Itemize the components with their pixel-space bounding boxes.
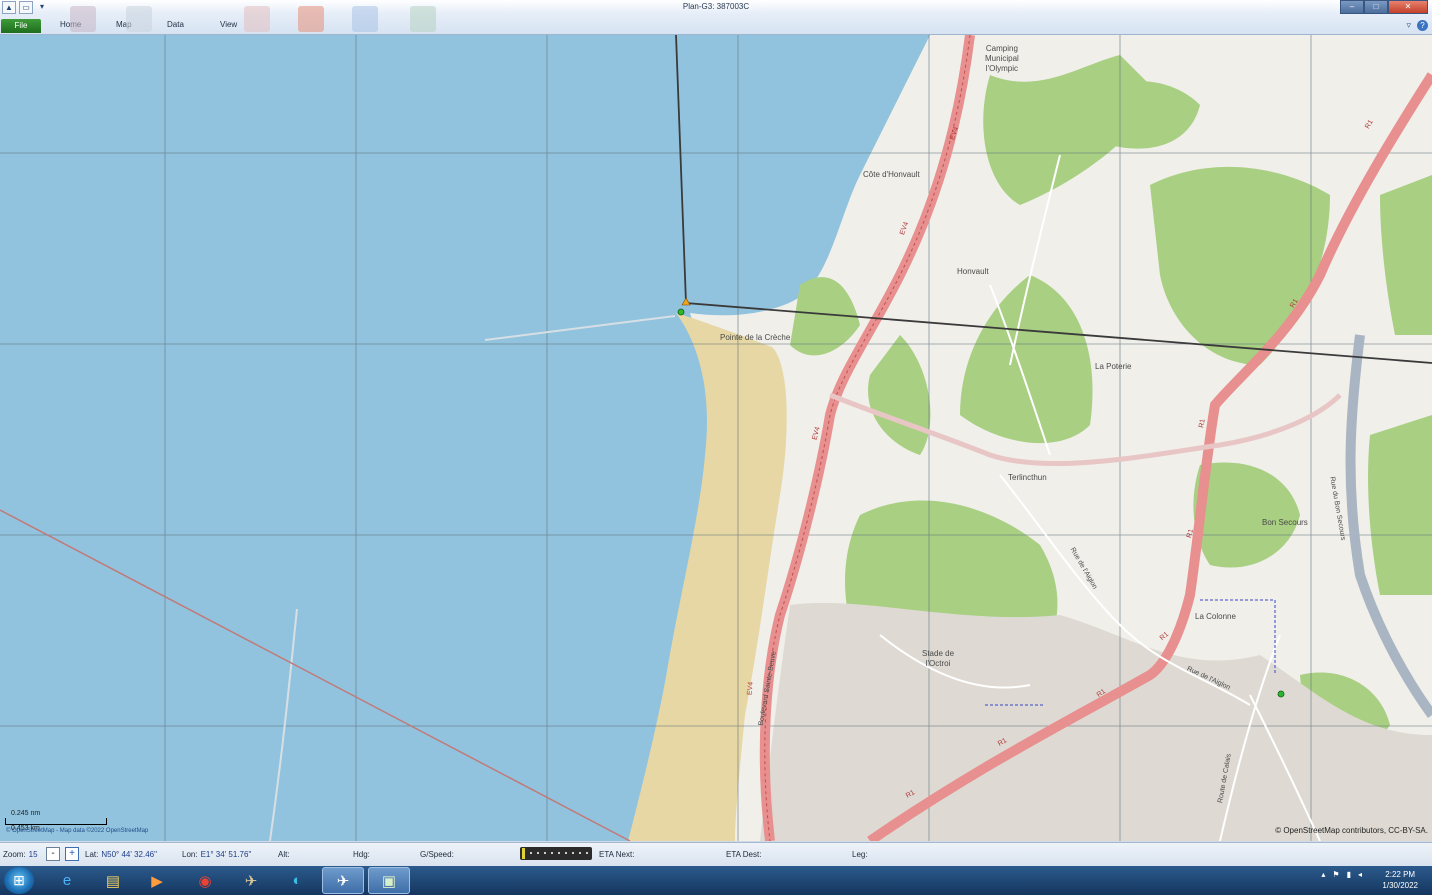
zoom-in-button[interactable]: +: [65, 847, 79, 861]
ribbon-icon-ghost: [352, 6, 378, 32]
ribbon-icon-ghost: [126, 6, 152, 32]
media-player-icon[interactable]: ▶: [140, 867, 174, 894]
sim-rate-slider[interactable]: [520, 847, 592, 860]
ground-speed-label: G/Speed:: [420, 850, 454, 859]
ribbon-icon-ghost: [410, 6, 436, 32]
chrome-icon[interactable]: ◉: [188, 867, 222, 894]
leg-label: Leg:: [852, 850, 868, 859]
clock[interactable]: 2:22 PM 1/30/2022: [1382, 869, 1418, 891]
slider-ticks: [530, 852, 588, 854]
map-attribution-left: © OpenStreetMap - Map data ©2022 OpenStr…: [6, 828, 149, 834]
minimize-icon[interactable]: –: [1340, 0, 1364, 14]
maximize-icon[interactable]: □: [1364, 0, 1388, 14]
taskbar: ⊞ e ▤ ▶ ◉ ✈ ◐ ✈ ▣ ▴ ⚑ ▮ ◂ 2:22 PM 1/30/2…: [0, 866, 1432, 895]
flag-icon[interactable]: ⚑: [1332, 870, 1339, 879]
tray-expand-icon[interactable]: ▴: [1321, 870, 1325, 879]
tab-view[interactable]: View: [220, 20, 237, 29]
airspace-boundary-line: [0, 509, 631, 841]
airport-marker: [1277, 690, 1285, 698]
map-label-stade: Stade de l'Octroi: [922, 649, 955, 668]
remote-desktop-icon[interactable]: ▣: [368, 867, 410, 894]
map-label-camping: Camping Municipal l'Olympic: [985, 44, 1019, 73]
clock-date: 1/30/2022: [1382, 881, 1418, 890]
file-explorer-icon[interactable]: ▤: [96, 867, 130, 894]
plan-g-icon[interactable]: ✈: [322, 867, 364, 894]
help-area: ▿ ?: [1406, 20, 1428, 31]
map-label-la-poterie: La Poterie: [1095, 362, 1132, 371]
map-label-honvault: Honvault: [957, 267, 989, 276]
eta-dest-label: ETA Dest:: [726, 850, 762, 859]
map-label-cote-honvault: Côte d'Honvault: [863, 170, 920, 179]
slider-thumb[interactable]: [522, 848, 525, 859]
map-label-la-colonne: La Colonne: [1195, 612, 1236, 621]
latitude-value: N50° 44' 32.46": [101, 850, 157, 859]
zoom-value: 15: [28, 850, 38, 859]
status-bar: Zoom: 15 - + Lat: N50° 44' 32.46" Lon: E1° …: [0, 842, 1432, 866]
map-label-bon-secours: Bon Secours: [1262, 518, 1308, 527]
zoom-out-button[interactable]: -: [46, 847, 60, 861]
eta-next-label: ETA Next:: [599, 850, 635, 859]
longitude-readout: Lon: E1° 34' 51.76": [182, 850, 252, 859]
ferry-route-line: [484, 315, 676, 341]
system-tray: ▴ ⚑ ▮ ◂: [1321, 870, 1362, 879]
window-title: Plan-G3: 387003C: [682, 2, 750, 11]
scale-bar-line: [5, 818, 107, 825]
ribbon-icon-ghost: [244, 6, 270, 32]
latitude-readout: Lat: N50° 44' 32.46": [85, 850, 157, 859]
ribbon: ▲ ▭ ▾ Plan-G3: 387003C – □ ✕ File Home M…: [0, 0, 1432, 35]
ferry-route-line: [269, 608, 298, 841]
map-label-pointe: Pointe de la Crèche: [720, 333, 791, 342]
waypoint-marker: [681, 297, 691, 306]
internet-explorer-icon[interactable]: e: [50, 867, 84, 894]
zoom-label: Zoom: 15: [3, 850, 38, 859]
map-label-road-ev4: EV4: [746, 681, 755, 696]
scale-nm-label: 0.245 nm: [11, 810, 41, 817]
file-tab[interactable]: File: [1, 19, 41, 33]
ribbon-minimize-icon[interactable]: ▿: [1406, 20, 1411, 31]
map-attribution-right: © OpenStreetMap contributors, CC-BY-SA.: [1275, 826, 1428, 835]
tab-data[interactable]: Data: [167, 20, 184, 29]
heading-label: Hdg:: [353, 850, 370, 859]
clock-time: 2:22 PM: [1385, 870, 1416, 879]
ribbon-icon-ghost: [298, 6, 324, 32]
flight-sim-icon[interactable]: ✈: [234, 867, 268, 894]
volume-icon[interactable]: ◂: [1358, 870, 1362, 879]
close-icon[interactable]: ✕: [1388, 0, 1428, 14]
window-controls: – □ ✕: [1340, 0, 1428, 14]
edge-icon[interactable]: ◐: [280, 867, 314, 894]
altitude-label: Alt:: [278, 850, 290, 859]
ribbon-icon-ghost: [70, 6, 96, 32]
aircraft-position-marker: [677, 308, 685, 316]
map-label-terlincthun: Terlincthun: [1008, 473, 1047, 482]
longitude-value: E1° 34' 51.76": [200, 850, 252, 859]
map-canvas[interactable]: [0, 35, 1432, 841]
start-button[interactable]: ⊞: [4, 867, 34, 894]
help-icon[interactable]: ?: [1417, 20, 1428, 31]
network-icon[interactable]: ▮: [1347, 870, 1351, 879]
map-view[interactable]: Camping Municipal l'Olympic Côte d'Honva…: [0, 35, 1432, 841]
